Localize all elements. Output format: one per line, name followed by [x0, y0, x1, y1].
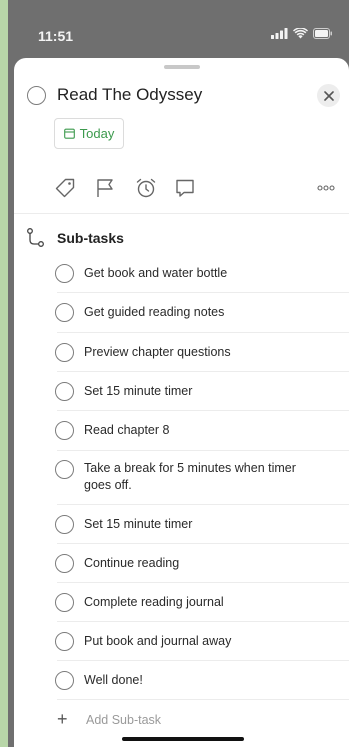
- subtask-item[interactable]: Set 15 minute timer: [14, 505, 349, 544]
- subtask-label[interactable]: Preview chapter questions: [84, 344, 324, 361]
- close-icon: [323, 90, 334, 101]
- subtask-item[interactable]: Get guided reading notes: [14, 293, 349, 333]
- subtask-list: Get book and water bottle Get guided rea…: [14, 254, 349, 700]
- subtask-checkbox[interactable]: [55, 593, 74, 612]
- task-detail-sheet: Read The Odyssey Today Sub-tasks Get boo…: [14, 58, 349, 747]
- tag-icon[interactable]: [53, 176, 77, 200]
- due-date-label: Today: [79, 126, 115, 141]
- subtask-checkbox[interactable]: [55, 632, 74, 651]
- subtask-item[interactable]: Get book and water bottle: [14, 254, 349, 293]
- battery-icon: [313, 28, 332, 39]
- task-actions-row: [14, 176, 349, 202]
- subtask-checkbox[interactable]: [55, 671, 74, 690]
- plus-icon: +: [57, 709, 68, 729]
- subtask-item[interactable]: Preview chapter questions: [14, 333, 349, 372]
- subtask-item[interactable]: Well done!: [14, 661, 349, 700]
- subtask-checkbox[interactable]: [55, 343, 74, 362]
- subtask-checkbox[interactable]: [55, 515, 74, 534]
- subtask-checkbox[interactable]: [55, 421, 74, 440]
- task-complete-checkbox[interactable]: [27, 86, 46, 105]
- subtask-label[interactable]: Get book and water bottle: [84, 265, 324, 282]
- subtask-item[interactable]: Set 15 minute timer: [14, 372, 349, 411]
- subtask-label[interactable]: Put book and journal away: [84, 633, 324, 650]
- add-subtask-label[interactable]: Add Sub-task: [86, 713, 161, 727]
- flag-icon[interactable]: [93, 176, 117, 200]
- subtask-item[interactable]: Continue reading: [14, 544, 349, 583]
- subtask-checkbox[interactable]: [55, 382, 74, 401]
- sheet-grabber[interactable]: [164, 65, 200, 69]
- signal-icon: [271, 28, 288, 39]
- subtasks-title: Sub-tasks: [57, 230, 124, 246]
- task-title[interactable]: Read The Odyssey: [57, 85, 202, 105]
- add-subtask-row[interactable]: + Add Sub-task: [14, 708, 349, 732]
- subtask-label[interactable]: Set 15 minute timer: [84, 516, 324, 533]
- more-icon[interactable]: [314, 176, 338, 200]
- subtask-label[interactable]: Complete reading journal: [84, 594, 324, 611]
- status-bar: 11:51: [8, 0, 349, 58]
- subtask-item[interactable]: Take a break for 5 minutes when timer go…: [14, 451, 349, 505]
- due-date-chip[interactable]: Today: [54, 118, 124, 149]
- calendar-icon: [63, 128, 75, 139]
- subtask-checkbox[interactable]: [55, 460, 74, 479]
- subtask-checkbox[interactable]: [55, 303, 74, 322]
- subtask-label[interactable]: Read chapter 8: [84, 422, 324, 439]
- subtask-divider: [57, 699, 349, 700]
- subtask-label[interactable]: Well done!: [84, 672, 324, 689]
- subtask-label[interactable]: Take a break for 5 minutes when timer go…: [84, 460, 324, 494]
- task-title-row: Read The Odyssey: [14, 82, 349, 110]
- wifi-icon: [293, 28, 308, 39]
- subtask-checkbox[interactable]: [55, 264, 74, 283]
- section-divider: [14, 213, 349, 214]
- subtask-item[interactable]: Complete reading journal: [14, 583, 349, 622]
- alarm-icon[interactable]: [134, 176, 158, 200]
- subtask-label[interactable]: Continue reading: [84, 555, 324, 572]
- close-button[interactable]: [317, 84, 340, 107]
- subtask-label[interactable]: Get guided reading notes: [84, 304, 324, 321]
- subtasks-header: Sub-tasks: [14, 226, 349, 250]
- subtask-checkbox[interactable]: [55, 554, 74, 573]
- status-time: 11:51: [38, 28, 74, 44]
- comment-icon[interactable]: [173, 176, 197, 200]
- subtasks-icon: [27, 228, 44, 247]
- home-indicator[interactable]: [122, 737, 244, 741]
- status-icons: [271, 28, 333, 39]
- subtask-item[interactable]: Put book and journal away: [14, 622, 349, 661]
- subtask-item[interactable]: Read chapter 8: [14, 411, 349, 451]
- subtask-label[interactable]: Set 15 minute timer: [84, 383, 324, 400]
